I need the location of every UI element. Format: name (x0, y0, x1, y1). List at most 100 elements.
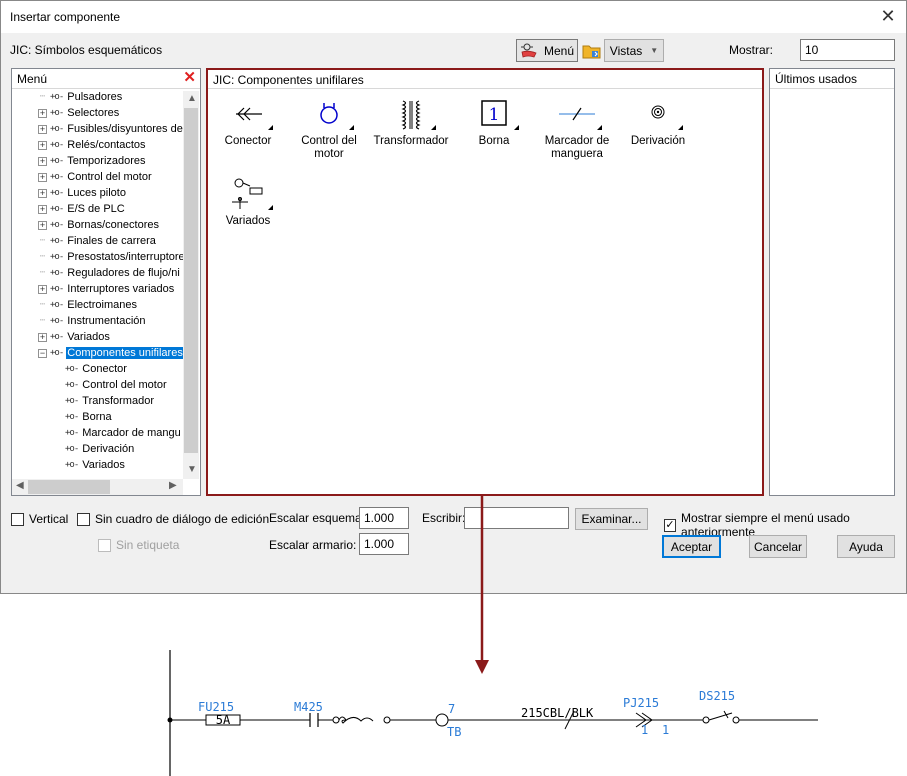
tree-item[interactable]: + +o- Bornas/conectores (38, 217, 160, 233)
component-glyph-icon: +o- (50, 156, 64, 166)
tree-item[interactable]: + +o- Interruptores variados (38, 281, 175, 297)
expand-icon[interactable]: + (38, 140, 47, 150)
tree-item-label: Conector (82, 363, 127, 375)
component-cable-marker[interactable]: Marcador de manguera (536, 99, 618, 161)
tree-item[interactable]: ┄ +o- Presostatos/interruptore (38, 249, 183, 265)
views-dropdown-button[interactable]: Vistas ▼ (604, 39, 664, 62)
component-glyph-icon: +o- (50, 108, 64, 118)
expand-icon[interactable]: + (38, 332, 47, 342)
tree-item-label: Transformador (82, 395, 154, 407)
tree-item[interactable]: + +o- Variados (38, 329, 111, 345)
motor-tag: M425 (294, 700, 323, 714)
tree-child-item[interactable]: +o- Control del motor (65, 377, 168, 393)
component-splice[interactable]: Derivación (617, 99, 699, 148)
close-menu-icon[interactable]: ✕ (183, 70, 196, 86)
menu-toggle-button[interactable]: Menú (516, 39, 578, 62)
tree-item[interactable]: − +o- Componentes unifilares (38, 345, 183, 361)
component-label: Conector (224, 135, 272, 147)
tree-item-label: Luces piloto (67, 187, 126, 199)
component-motor-control[interactable]: Control del motor (288, 99, 370, 161)
scroll-left-icon[interactable]: ◀ (16, 480, 24, 491)
menu-horizontal-scrollbar[interactable]: ◀ ▶ (12, 479, 183, 495)
scale-schematic-input[interactable] (359, 507, 409, 529)
switch-tag: DS215 (699, 689, 735, 703)
fuse-tag: FU215 (198, 700, 234, 714)
close-icon[interactable]: ✕ (874, 3, 902, 29)
tree-item[interactable]: + +o- Fusibles/disyuntores de (38, 121, 183, 137)
component-glyph-icon: +o- (50, 348, 64, 358)
tree-item[interactable]: ┄ +o- Pulsadores (38, 90, 123, 105)
show-count-input[interactable] (800, 39, 895, 61)
variant-indicator (597, 125, 602, 130)
expand-icon[interactable]: + (38, 156, 47, 166)
scrollbar-thumb-horizontal[interactable] (28, 480, 110, 494)
tree-child-item[interactable]: +o- Variados (65, 457, 126, 473)
scale-schematic-label: Escalar esquema: (269, 511, 366, 525)
component-misc[interactable]: Variados (207, 177, 289, 228)
show-count-label: Mostrar: (729, 43, 774, 57)
tree-item[interactable]: ┄ +o- Reguladores de flujo/ni (38, 265, 181, 281)
expand-icon[interactable]: + (38, 188, 47, 198)
tree-item[interactable]: ┄ +o- Instrumentación (38, 313, 147, 329)
motor-control-icon (320, 103, 338, 124)
tree-child-item[interactable]: +o- Derivación (65, 441, 135, 457)
scroll-right-icon[interactable]: ▶ (169, 480, 177, 491)
tree-item-label: Variados (82, 459, 125, 471)
terminal-tag: TB (447, 725, 461, 739)
variant-indicator (268, 125, 273, 130)
component-label: Marcador de manguera (544, 135, 610, 160)
tree-child-item[interactable]: +o- Transformador (65, 393, 155, 409)
tree-item-label: Derivación (82, 443, 135, 455)
scroll-up-icon[interactable]: ▲ (187, 93, 197, 104)
component-transformer[interactable]: Transformador (370, 99, 452, 148)
tree-line-icon: ┄ (39, 298, 46, 309)
component-terminal[interactable]: 1 Borna (453, 99, 535, 148)
tree-item-label: Interruptores variados (67, 283, 175, 295)
tree-item[interactable]: + +o- Selectores (38, 105, 120, 121)
expand-icon[interactable]: + (38, 220, 47, 230)
tree-item[interactable]: ┄ +o- Electroimanes (38, 297, 138, 313)
tree-item[interactable]: ┄ +o- Finales de carrera (38, 233, 157, 249)
variant-indicator (678, 125, 683, 130)
expand-icon[interactable]: + (38, 284, 47, 294)
fuse-rating: 5A (216, 713, 231, 727)
vertical-checkbox[interactable]: Vertical (11, 512, 68, 526)
tree-item[interactable]: + +o- Luces piloto (38, 185, 127, 201)
expand-icon[interactable]: + (38, 204, 47, 214)
collapse-icon[interactable]: − (38, 348, 47, 358)
tree-item[interactable]: + +o- Relés/contactos (38, 137, 147, 153)
component-connector[interactable]: Conector (207, 99, 289, 148)
tree-child-item[interactable]: +o- Borna (65, 409, 113, 425)
tree-line-icon: ┄ (39, 250, 46, 261)
cancel-button[interactable]: Cancelar (749, 535, 807, 558)
component-glyph-icon: +o- (65, 364, 79, 374)
tree-item-label: Instrumentación (67, 315, 146, 327)
component-glyph-icon: +o- (50, 284, 64, 294)
folder-icon[interactable] (582, 41, 602, 61)
variant-indicator (431, 125, 436, 130)
scrollbar-thumb[interactable] (184, 108, 198, 453)
checkbox-box[interactable] (11, 512, 24, 526)
tree-item-label: Presostatos/interruptore (67, 251, 183, 263)
tree-item[interactable]: + +o- Temporizadores (38, 153, 147, 169)
ok-button[interactable]: Aceptar (662, 535, 721, 558)
menu-vertical-scrollbar[interactable]: ▲ ▼ (183, 91, 199, 479)
help-button[interactable]: Ayuda (837, 535, 895, 558)
tree-item[interactable]: + +o- Control del motor (38, 169, 153, 185)
browse-button[interactable]: Examinar... (575, 508, 648, 530)
tree-line-icon: ┄ (39, 266, 46, 277)
variant-indicator (349, 125, 354, 130)
expand-icon[interactable]: + (38, 108, 47, 118)
scroll-down-icon[interactable]: ▼ (187, 464, 197, 475)
tree-item[interactable]: + +o- E/S de PLC (38, 201, 126, 217)
checkbox-box[interactable]: ✓ (664, 518, 677, 532)
no-dialog-checkbox[interactable]: Sin cuadro de diálogo de edición (77, 512, 269, 526)
checkbox-box[interactable] (77, 512, 90, 526)
tree-child-item[interactable]: +o- Conector (65, 361, 128, 377)
recent-panel-header: Últimos usados (770, 69, 894, 89)
expand-icon[interactable]: + (38, 124, 47, 134)
tree-child-item[interactable]: +o- Marcador de mangu (65, 425, 182, 441)
expand-icon[interactable]: + (38, 172, 47, 182)
scale-panel-input[interactable] (359, 533, 409, 555)
menu-icon (520, 43, 537, 58)
